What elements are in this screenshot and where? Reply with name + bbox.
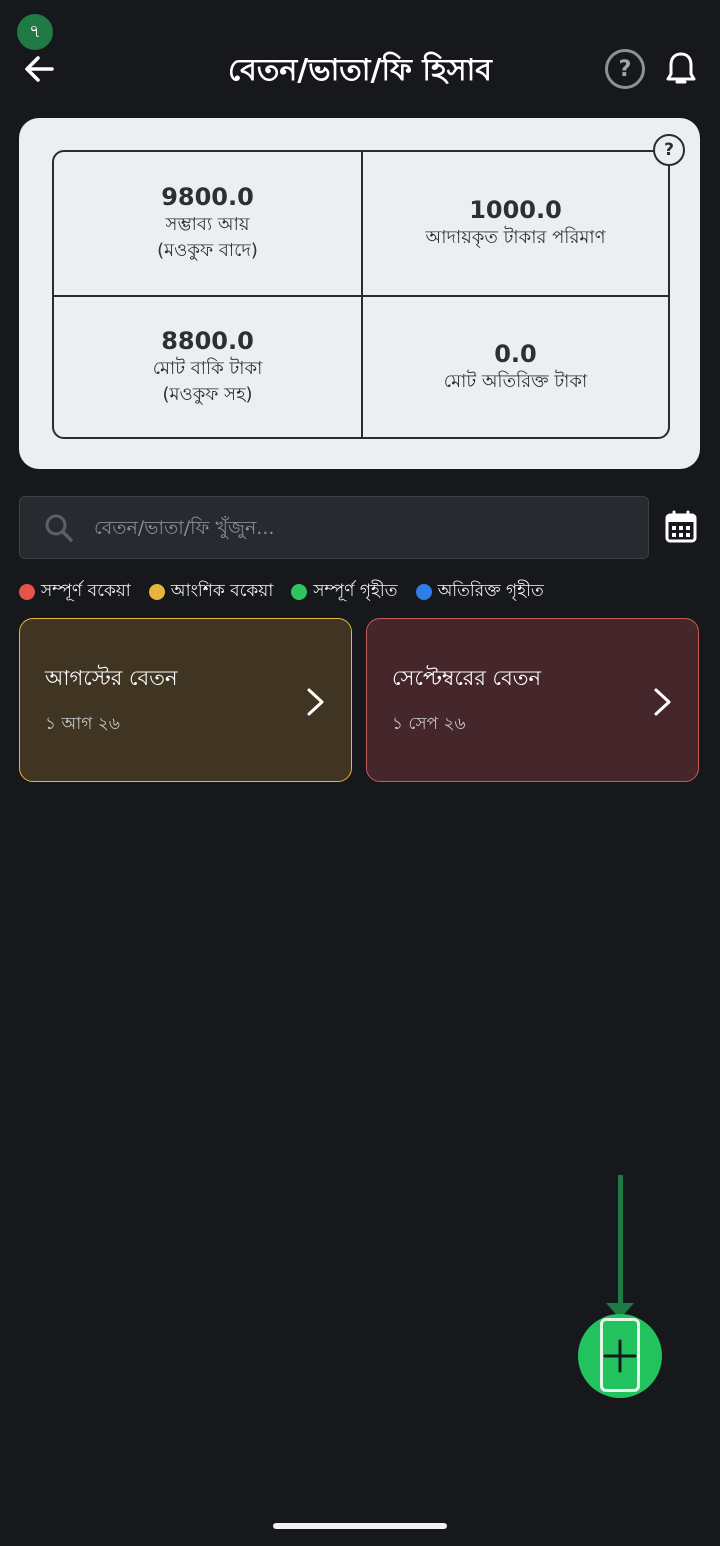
- total-due-value: 8800.0: [161, 326, 254, 355]
- step-badge: ৭: [17, 14, 53, 50]
- page-title: বেতন/ভাতা/ফি হিসাব: [228, 53, 492, 88]
- summary-grid: 9800.0 সম্ভাব্য আয় (মওকুফ বাদে) 1000.0 …: [52, 150, 670, 439]
- calendar-icon[interactable]: [664, 510, 698, 544]
- legend-label: সম্পূর্ণ গৃহীত: [313, 581, 398, 601]
- collected-value: 1000.0: [469, 196, 562, 225]
- help-button[interactable]: ?: [605, 49, 645, 89]
- green-dot-icon: [291, 584, 308, 600]
- legend-item-full-received: সম্পূর্ণ গৃহীত: [291, 578, 398, 606]
- search-icon: [45, 514, 73, 542]
- yellow-dot-icon: [148, 584, 165, 600]
- help-icon: ?: [618, 56, 632, 82]
- annotation-highlight-box: [600, 1318, 640, 1392]
- legend-item-full-due: সম্পূর্ণ বকেয়া: [19, 578, 131, 606]
- legend-label: অতিরিক্ত গৃহীত: [437, 581, 544, 601]
- total-due-label: মোট বাকি টাকা: [152, 357, 263, 379]
- expected-income-sublabel: (মওকুফ বাদে): [157, 240, 258, 262]
- summary-help-button[interactable]: ?: [653, 134, 685, 166]
- chevron-right-icon: [307, 688, 324, 716]
- expected-income-label: সম্ভাব্য আয়: [165, 214, 250, 236]
- bell-icon[interactable]: [664, 50, 698, 88]
- collected-label: আদায়কৃত টাকার পরিমাণ: [425, 227, 606, 249]
- legend-item-partial-due: আংশিক বকেয়া: [148, 578, 274, 606]
- legend-label: সম্পূর্ণ বকেয়া: [41, 581, 131, 601]
- blue-dot-icon: [415, 584, 432, 600]
- summary-cell-expected-income: 9800.0 সম্ভাব্য আয় (মওকুফ বাদে): [54, 152, 361, 295]
- chevron-right-icon: [654, 688, 671, 716]
- summary-cell-extra: 0.0 মোট অতিরিক্ত টাকা: [361, 294, 668, 437]
- fee-card-september[interactable]: সেপ্টেম্বরের বেতন ১ সেপ ২৬: [366, 618, 699, 782]
- legend-item-extra-received: অতিরিক্ত গৃহীত: [415, 578, 544, 606]
- legend-label: আংশিক বকেয়া: [170, 581, 274, 601]
- search-input[interactable]: [92, 515, 596, 540]
- extra-label: মোট অতিরিক্ত টাকা: [443, 370, 588, 392]
- total-due-sublabel: (মওকুফ সহ): [162, 383, 253, 405]
- summary-cell-total-due: 8800.0 মোট বাকি টাকা (মওকুফ সহ): [54, 294, 361, 438]
- home-indicator[interactable]: [273, 1523, 447, 1529]
- fee-card-august[interactable]: আগস্টের বেতন ১ আগ ২৬: [19, 618, 352, 782]
- red-dot-icon: [19, 584, 35, 600]
- annotation-arrow-line: [618, 1175, 623, 1307]
- summary-cell-collected: 1000.0 আদায়কৃত টাকার পরিমাণ: [361, 152, 668, 295]
- search-bar[interactable]: [19, 496, 649, 559]
- summary-card: 9800.0 সম্ভাব্য আয় (মওকুফ বাদে) 1000.0 …: [19, 118, 700, 469]
- help-icon: ?: [664, 140, 674, 160]
- expected-income-value: 9800.0: [161, 183, 254, 212]
- extra-value: 0.0: [494, 339, 537, 368]
- status-legend: সম্পূর্ণ বকেয়া আংশিক বকেয়া সম্পূর্ণ গৃ…: [19, 578, 562, 606]
- back-arrow-icon[interactable]: [22, 52, 56, 86]
